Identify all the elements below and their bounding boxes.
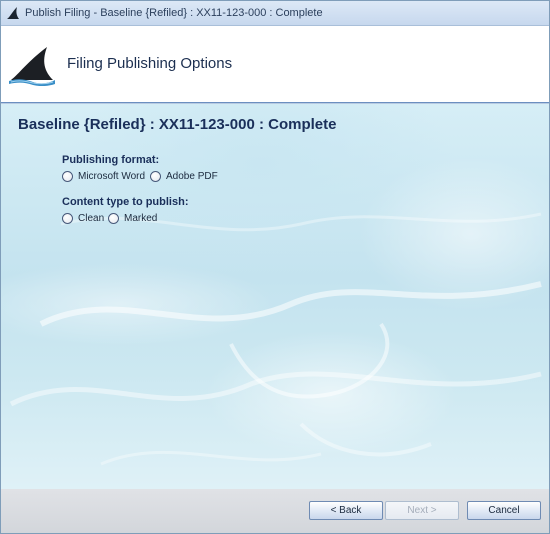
content-type-label: Content type to publish: <box>62 196 189 208</box>
window-title: Publish Filing - Baseline {Refiled} : XX… <box>25 7 323 19</box>
wizard-content: Baseline {Refiled} : XX11-123-000 : Comp… <box>1 104 549 489</box>
radio-button-icon[interactable] <box>62 170 73 182</box>
radio-label: Clean <box>78 212 105 224</box>
shark-fin-logo-icon <box>9 47 55 86</box>
back-button[interactable]: < Back <box>309 501 383 520</box>
radio-button-icon[interactable] <box>62 212 73 224</box>
wizard-header: Filing Publishing Options <box>1 26 549 102</box>
radio-label: Adobe PDF <box>166 170 218 182</box>
cancel-button[interactable]: Cancel <box>467 501 541 520</box>
header-title: Filing Publishing Options <box>67 55 233 72</box>
publish-filing-window: Publish Filing - Baseline {Refiled} : XX… <box>0 0 550 534</box>
radio-button-icon[interactable] <box>150 170 161 182</box>
radio-label: Microsoft Word <box>78 170 146 182</box>
page-heading: Baseline {Refiled} : XX11-123-000 : Comp… <box>18 116 337 133</box>
shark-fin-icon <box>7 7 19 19</box>
radio-button-icon[interactable] <box>108 212 119 224</box>
next-button[interactable]: Next > <box>385 501 459 520</box>
title-bar[interactable]: Publish Filing - Baseline {Refiled} : XX… <box>1 1 549 26</box>
publishing-format-label: Publishing format: <box>62 154 160 166</box>
radio-microsoft-word[interactable]: Microsoft Word <box>62 169 145 183</box>
radio-label: Marked <box>124 212 158 224</box>
radio-clean[interactable]: Clean <box>62 211 104 225</box>
radio-adobe-pdf[interactable]: Adobe PDF <box>150 169 218 183</box>
wizard-footer: < Back Next > Cancel <box>1 489 549 533</box>
radio-marked[interactable]: Marked <box>108 211 157 225</box>
